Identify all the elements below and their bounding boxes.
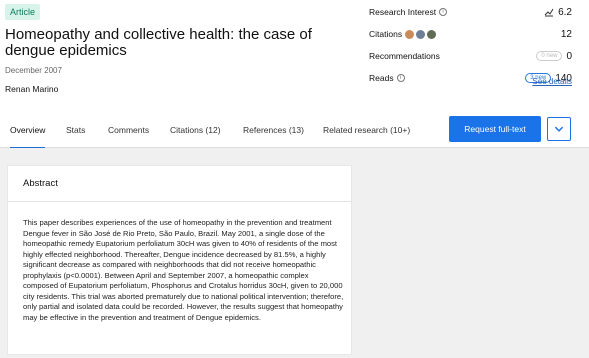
- info-icon[interactable]: i: [396, 74, 405, 82]
- more-actions-dropdown[interactable]: [547, 117, 571, 141]
- chevron-down-icon: [554, 126, 564, 132]
- avatar[interactable]: [405, 29, 415, 39]
- abstract-heading: Abstract: [8, 166, 351, 202]
- see-details-link[interactable]: See details: [532, 77, 572, 86]
- tab-related-research[interactable]: Related research (10+): [323, 114, 410, 147]
- tab-overview[interactable]: Overview: [10, 114, 46, 149]
- publication-date: December 2007: [5, 66, 62, 75]
- recommendations-row: Recommendations 0 new 0: [369, 47, 572, 65]
- article-type-badge: Article: [5, 4, 41, 20]
- citations-value: 12: [560, 28, 572, 40]
- research-interest-value: 6.2: [558, 6, 572, 18]
- tab-references[interactable]: References (13): [243, 114, 304, 147]
- request-full-text-button[interactable]: Request full-text: [449, 116, 541, 142]
- recommendations-value: 0: [566, 50, 572, 62]
- trend-chart-icon: [544, 8, 554, 17]
- abstract-text: This paper describes experiences of the …: [23, 218, 344, 322]
- tab-stats[interactable]: Stats: [66, 114, 85, 147]
- tab-comments[interactable]: Comments: [108, 114, 149, 147]
- abstract-card: Abstract This paper describes experience…: [7, 165, 352, 355]
- reads-label: Reads: [369, 73, 394, 83]
- avatar[interactable]: [427, 29, 437, 39]
- avatar[interactable]: [416, 29, 426, 39]
- citations-label: Citations: [369, 29, 403, 39]
- info-icon[interactable]: i: [439, 8, 448, 16]
- tab-citations[interactable]: Citations (12): [170, 114, 221, 147]
- metrics-panel: Research Interest i 6.2 Citations 12 Rec…: [369, 3, 572, 91]
- research-interest-row: Research Interest i 6.2: [369, 3, 572, 21]
- article-title: Homeopathy and collective health: the ca…: [5, 26, 312, 59]
- citing-authors-avatars[interactable]: [405, 29, 437, 39]
- recommendations-new-pill: 0 new: [536, 51, 563, 61]
- research-interest-label: Research Interest: [369, 7, 437, 17]
- citations-row: Citations 12: [369, 25, 572, 43]
- recommendations-label: Recommendations: [369, 51, 440, 61]
- author-link[interactable]: Renan Marino: [5, 84, 58, 94]
